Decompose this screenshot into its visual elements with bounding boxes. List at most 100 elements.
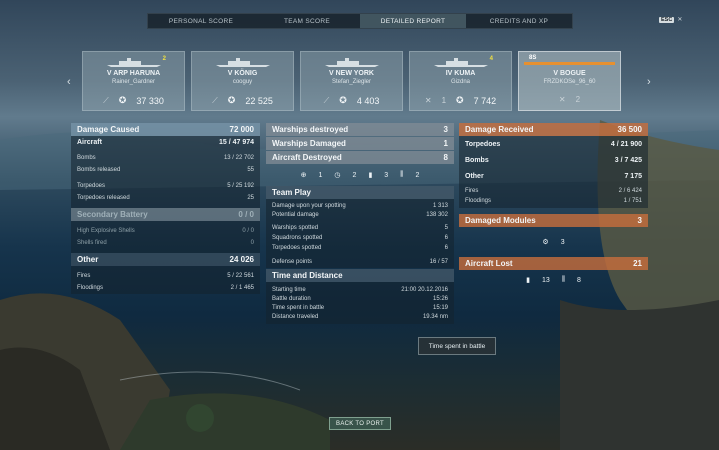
- recv-bombs-label: Bombs: [465, 156, 489, 164]
- tab-bar: PERSONAL SCORE TEAM SCORE DETAILED REPOR…: [147, 13, 573, 29]
- torpedoes-spotted-label: Torpedoes spotted: [272, 245, 322, 251]
- bombs-label: Bombs: [77, 155, 96, 161]
- torpedo-icon: ⟋: [323, 95, 330, 105]
- defense-points-label: Defense points: [272, 258, 313, 265]
- bomber-icon: ▮: [368, 172, 373, 179]
- other-title: Other: [77, 255, 99, 264]
- time-in-battle-label: Time spent in battle: [272, 304, 325, 311]
- nav-left-arrow[interactable]: ‹: [67, 76, 71, 88]
- ship-rank: 8S: [529, 55, 537, 61]
- damage-upon-spotting-value: 1 313: [432, 202, 448, 209]
- other-value: 24 026: [229, 255, 254, 264]
- module-count: 3: [560, 238, 565, 246]
- starting-time-value: 21:00 20.12.2016: [401, 286, 448, 293]
- recv-bombs-value: 3 / 7 425: [614, 156, 642, 164]
- module-icon: ⚙: [542, 239, 549, 246]
- fires-value: 5 / 22 561: [227, 273, 254, 279]
- ship-badge: 2: [162, 56, 166, 62]
- close-icon[interactable]: ✕: [677, 16, 682, 23]
- clock-icon: ◷: [334, 172, 341, 179]
- recv-fires-value: 2 / 6 424: [618, 188, 642, 194]
- ship-badge: 4: [489, 56, 493, 62]
- aircraft-lost-value: 21: [633, 259, 642, 268]
- ship-silhouette-icon: [325, 58, 379, 67]
- back-to-port-button[interactable]: BACK TO PORT: [329, 417, 391, 430]
- secondary-battery-title: Secondary Battery: [77, 210, 148, 219]
- ship-score: 7 742: [473, 95, 497, 106]
- player-name: Gizdna: [450, 79, 470, 85]
- he-shells-value: 0 / 0: [242, 228, 254, 234]
- starting-time-label: Starting time: [272, 286, 306, 293]
- bombs-released-value: 55: [247, 167, 254, 173]
- ship-card[interactable]: 2 V ARP HARUNA Rainer_Gardner ⟋ ✪ 37 330: [82, 51, 185, 111]
- combat-summary-panel: Warships destroyed 3 Warships Damaged 1 Ai…: [266, 123, 454, 324]
- warships-destroyed-value: 3: [443, 125, 448, 134]
- fighter-icon: ⫼: [561, 276, 565, 283]
- bombs-value: 13 / 22 702: [223, 155, 254, 161]
- squadrons-spotted-label: Squadrons spotted: [272, 235, 323, 241]
- warships-damaged-value: 1: [443, 139, 448, 148]
- torpedo-icon: ⟋: [212, 95, 218, 105]
- fighter-count: 2: [415, 171, 420, 179]
- damage-received-value: 36 500: [617, 125, 642, 134]
- damage-caused-value: 72 000: [229, 125, 254, 134]
- floodings-label: Floodings: [77, 285, 104, 291]
- aircraft-lost-title: Aircraft Lost: [465, 259, 513, 268]
- torpedoes-released-value: 25: [247, 195, 254, 201]
- recv-floodings-label: Floodings: [465, 198, 492, 204]
- warships-spotted-label: Warships spotted: [272, 225, 319, 231]
- fires-label: Fires: [77, 273, 91, 279]
- esc-hint[interactable]: ESC ✕: [659, 16, 682, 23]
- warships-spotted-value: 5: [444, 225, 448, 231]
- fighter-icon: ⫼: [400, 171, 404, 178]
- damage-upon-spotting-label: Damage upon your spotting: [272, 202, 346, 209]
- recv-floodings-value: 1 / 751: [623, 198, 642, 204]
- target-count: 1: [318, 171, 323, 179]
- potential-damage-value: 138 302: [426, 211, 448, 218]
- tooltip: Time spent in battle: [418, 337, 496, 355]
- tab-team-score[interactable]: TEAM SCORE: [254, 14, 360, 28]
- aircraft-label: Aircraft: [77, 138, 102, 146]
- aircraft-value: 15 / 47 974: [218, 138, 254, 146]
- player-name: Rainer_Gardner: [111, 79, 156, 85]
- bombs-released-label: Bombs released: [77, 167, 121, 173]
- nav-right-arrow[interactable]: ›: [647, 76, 651, 88]
- distance-traveled-value: 19.34 nm: [422, 313, 448, 320]
- player-name: FRZDKOSe_96_60: [543, 79, 596, 85]
- damage-received-panel: Damage Received 36 500 Torpedoes 4 / 21 90…: [459, 123, 648, 290]
- time-distance-title: Time and Distance: [272, 271, 343, 280]
- damage-caused-panel: Damage Caused 72 000 Aircraft 15 / 47 974 …: [71, 123, 260, 294]
- esc-key-label: ESC: [659, 16, 675, 23]
- ship-card[interactable]: V KÖNIG cooguy ⟋ ✪ 22 525: [191, 51, 294, 111]
- distance-traveled-label: Distance traveled: [272, 313, 319, 320]
- damage-caused-title: Damage Caused: [77, 125, 140, 134]
- clock-count: 2: [352, 171, 357, 179]
- ship-card[interactable]: 4 IV KUMA Gizdna ✕ 1 ✪ 7 742: [409, 51, 512, 111]
- damaged-modules-title: Damaged Modules: [465, 216, 536, 225]
- score-icon: ✪: [339, 95, 347, 105]
- ship-name: V ARP HARUNA: [106, 70, 161, 77]
- bomber-count: 3: [384, 171, 389, 179]
- warships-damaged-label: Warships Damaged: [272, 139, 346, 148]
- damage-received-title: Damage Received: [465, 125, 534, 134]
- ship-card-selected[interactable]: 8S V BOGUE FRZDKOSe_96_60 ✕ 2: [518, 51, 621, 111]
- warships-destroyed-label: Warships destroyed: [272, 125, 349, 134]
- kills-count: 1: [441, 96, 447, 105]
- recv-torpedoes-label: Torpedoes: [465, 140, 501, 148]
- ship-score: 4 403: [356, 95, 380, 106]
- torpedo-icon: ⟋: [103, 95, 109, 105]
- tab-personal-score[interactable]: PERSONAL SCORE: [148, 14, 254, 28]
- time-in-battle-value: 15:19: [432, 304, 448, 311]
- tab-detailed-report[interactable]: DETAILED REPORT: [360, 14, 466, 28]
- ship-card[interactable]: V NEW YORK Stefan_Ziegler ⟋ ✪ 4 403: [300, 51, 403, 111]
- skull-icon: ✕: [558, 95, 566, 104]
- ship-cards: 2 V ARP HARUNA Rainer_Gardner ⟋ ✪ 37 330 V…: [82, 51, 621, 111]
- battle-duration-value: 15:26: [432, 295, 448, 302]
- ship-score: 22 525: [245, 95, 273, 106]
- ship-name: V BOGUE: [553, 70, 586, 77]
- shells-fired-label: Shells fired: [77, 240, 107, 246]
- team-play-header: Team Play: [266, 186, 454, 199]
- tab-credits-and-xp[interactable]: CREDITS AND XP: [466, 14, 572, 28]
- shells-fired-value: 0: [250, 240, 254, 246]
- ship-silhouette-icon: [434, 58, 488, 67]
